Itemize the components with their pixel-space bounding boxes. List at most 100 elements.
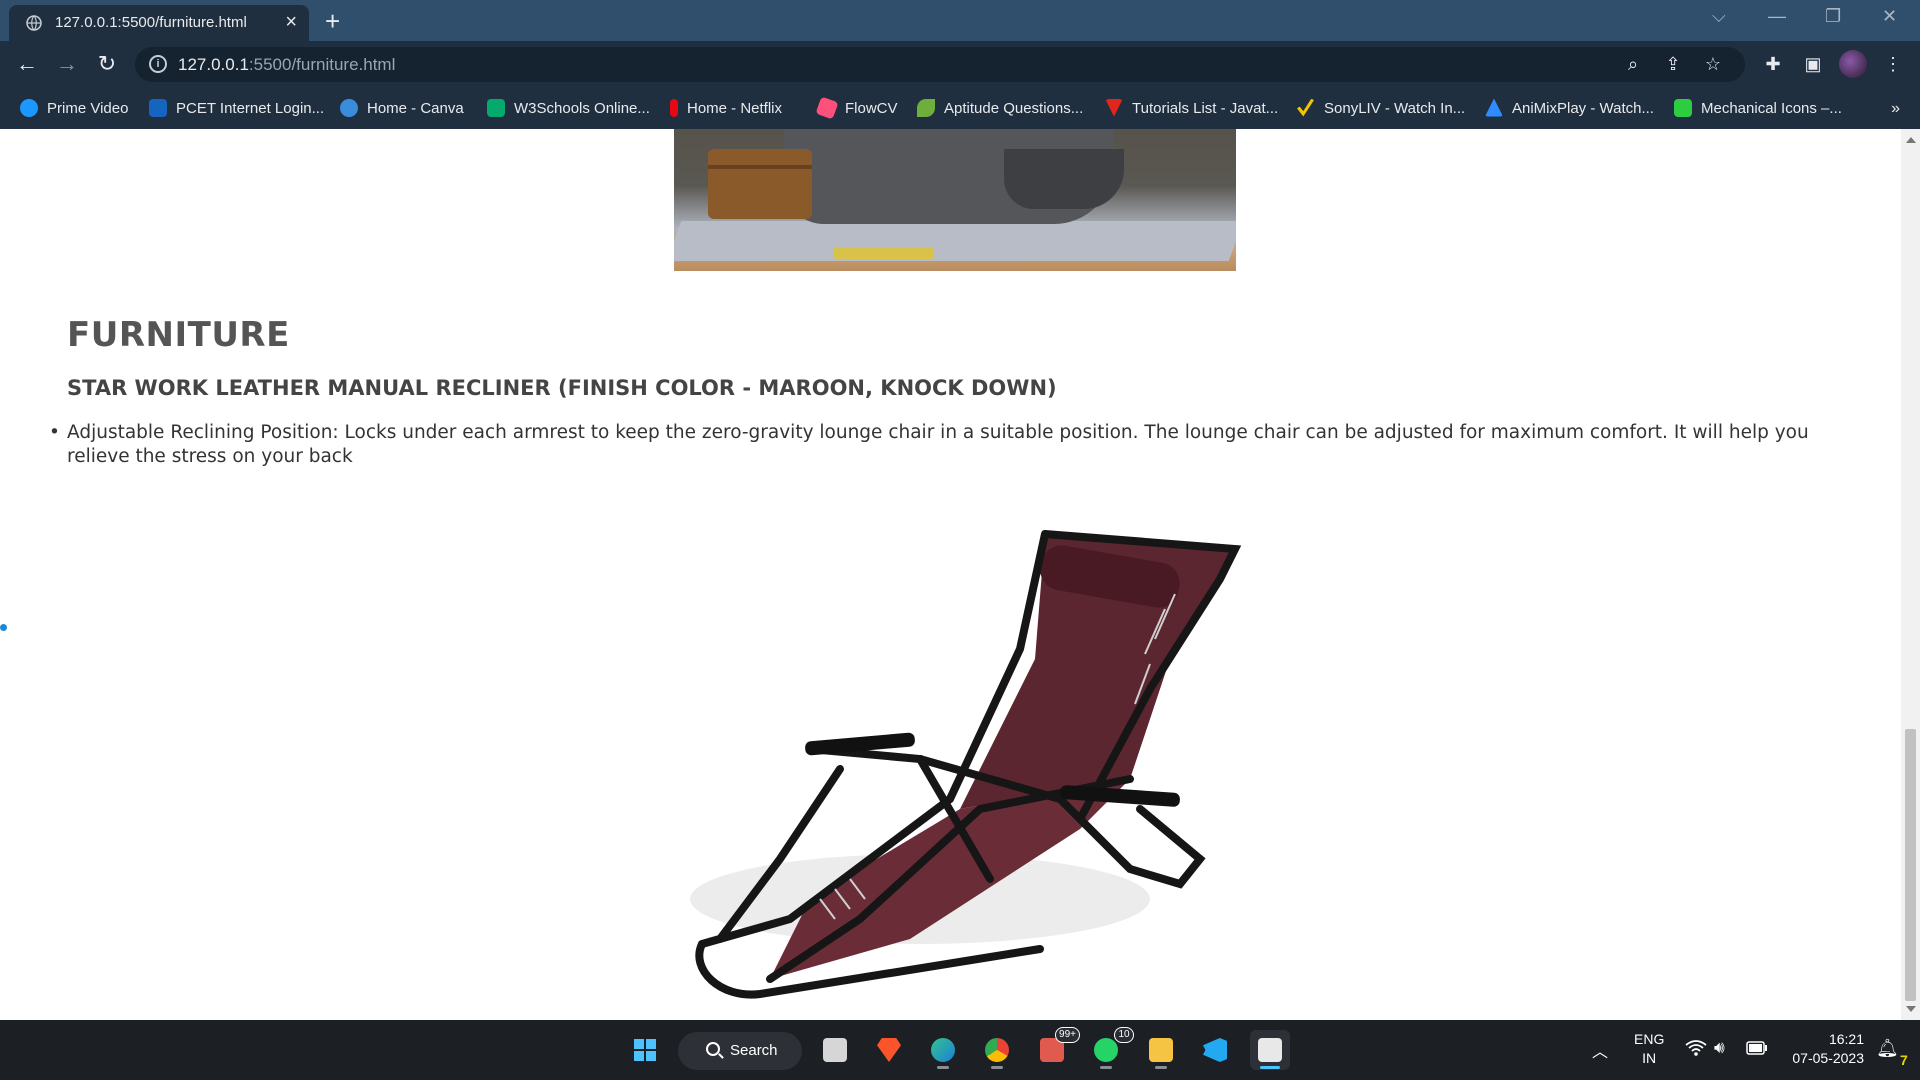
chrome-browser-button[interactable]	[977, 1030, 1017, 1070]
more-bookmarks-button[interactable]: »	[1891, 89, 1900, 129]
tab-close-icon[interactable]: ×	[285, 11, 297, 34]
page-scrollbar[interactable]	[1901, 129, 1920, 1020]
bookmark-sonyliv[interactable]: SonyLIV - Watch In...	[1297, 89, 1465, 129]
minimize-button[interactable]: —	[1768, 6, 1786, 27]
restore-button[interactable]: ❐	[1825, 6, 1841, 27]
vscode-button[interactable]	[1195, 1030, 1235, 1070]
active-indicator	[1260, 1066, 1280, 1069]
running-indicator	[937, 1066, 949, 1069]
globe-icon	[26, 15, 42, 31]
task-view-button[interactable]	[815, 1030, 855, 1070]
browser-toolbar: ← → ↻ i 127.0.0.1:5500/furniture.html ⌕ …	[0, 41, 1920, 89]
bookmark-canva[interactable]: Home - Canva	[340, 89, 464, 129]
bookmark-label: FlowCV	[845, 100, 898, 117]
zoom-icon[interactable]: ⌕	[1620, 51, 1646, 77]
aptitude-icon	[917, 98, 935, 117]
bookmark-label: Prime Video	[47, 100, 129, 117]
url-path: :5500/furniture.html	[248, 55, 396, 74]
bookmark-mechanical-icons[interactable]: Mechanical Icons –...	[1674, 89, 1842, 129]
folder-icon	[1149, 1038, 1173, 1062]
windows-taskbar: Search 99+ 10 ︿ ENG IN 🔊︎ 16:21 07-05-20…	[0, 1020, 1920, 1080]
share-icon[interactable]: ⇪	[1660, 51, 1686, 77]
scrollbar-thumb[interactable]	[1905, 729, 1916, 1001]
notification-bell-icon[interactable]: 🔔︎	[1876, 1038, 1899, 1059]
brave-icon	[877, 1038, 901, 1062]
living-room-recliner-image	[674, 129, 1236, 271]
scroll-down-arrow-icon[interactable]	[1906, 1006, 1916, 1012]
wifi-icon[interactable]	[1685, 1039, 1707, 1060]
profile-avatar[interactable]	[1839, 50, 1867, 78]
bookmark-aptitude[interactable]: Aptitude Questions...	[917, 89, 1083, 129]
system-clock[interactable]: 16:21 07-05-2023	[1792, 1030, 1864, 1068]
bookmark-label: Tutorials List - Javat...	[1132, 100, 1279, 117]
scroll-up-arrow-icon[interactable]	[1906, 137, 1916, 143]
snipping-tool-button[interactable]	[1250, 1030, 1290, 1070]
animixplay-icon	[1485, 98, 1503, 117]
mail-app-button[interactable]: 99+	[1032, 1027, 1080, 1070]
bookmark-label: PCET Internet Login...	[176, 100, 325, 117]
side-panel-icon[interactable]: ▣	[1800, 51, 1826, 77]
feature-list: • Adjustable Reclining Position: Locks u…	[49, 421, 1827, 469]
input-language[interactable]: ENG IN	[1634, 1030, 1664, 1068]
web-page-content: FURNITURE STAR WORK LEATHER MANUAL RECLI…	[0, 129, 1901, 1020]
running-indicator	[1100, 1066, 1112, 1069]
bookmark-w3schools[interactable]: W3Schools Online...	[487, 89, 650, 129]
search-label: Search	[730, 1042, 778, 1059]
active-tab[interactable]: 127.0.0.1:5500/furniture.html ×	[9, 5, 309, 41]
bullet-icon: •	[49, 422, 60, 443]
forward-button[interactable]: →	[52, 49, 82, 79]
url-host: 127.0.0.1	[178, 55, 249, 74]
running-indicator	[991, 1066, 1003, 1069]
back-button[interactable]: ←	[12, 49, 42, 79]
bookmark-animixplay[interactable]: AniMixPlay - Watch...	[1485, 89, 1654, 129]
taskbar-search[interactable]: Search	[678, 1032, 802, 1070]
search-icon	[706, 1042, 720, 1056]
start-button[interactable]	[625, 1030, 665, 1070]
sonyliv-icon	[1297, 98, 1315, 117]
battery-icon[interactable]	[1746, 1041, 1768, 1058]
whatsapp-icon	[1094, 1038, 1118, 1062]
running-indicator	[1155, 1066, 1167, 1069]
edge-browser-button[interactable]	[923, 1030, 963, 1070]
flowcv-icon	[815, 95, 839, 120]
bookmark-javatpoint[interactable]: Tutorials List - Javat...	[1105, 89, 1278, 129]
basket-shape	[708, 149, 812, 219]
vscode-icon	[1203, 1038, 1227, 1062]
bookmark-netflix[interactable]: Home - Netflix	[670, 89, 782, 129]
site-info-icon[interactable]: i	[149, 55, 167, 73]
notification-count: 7	[1900, 1052, 1908, 1068]
bookmark-label: Aptitude Questions...	[944, 100, 1084, 117]
recliner-footrest-shape	[1004, 149, 1124, 209]
bookmark-flowcv[interactable]: FlowCV	[815, 89, 898, 129]
address-url[interactable]: 127.0.0.1:5500/furniture.html	[178, 55, 395, 75]
feature-text: Adjustable Reclining Position: Locks und…	[67, 422, 1809, 467]
address-bar[interactable]: i 127.0.0.1:5500/furniture.html ⌕ ⇪ ☆	[135, 47, 1745, 82]
product-title: STAR WORK LEATHER MANUAL RECLINER (FINIS…	[67, 376, 1057, 400]
bookmark-label: W3Schools Online...	[514, 100, 650, 117]
tab-search-chevron-icon[interactable]: ⌵	[1712, 6, 1726, 27]
region-code: IN	[1642, 1050, 1657, 1066]
bookmark-label: SonyLIV - Watch In...	[1324, 100, 1466, 117]
close-window-button[interactable]: ✕	[1882, 6, 1897, 27]
file-explorer-button[interactable]	[1141, 1030, 1181, 1070]
new-tab-button[interactable]: +	[325, 6, 340, 37]
reload-button[interactable]: ↻	[92, 49, 122, 79]
zero-gravity-chair-image	[690, 530, 1242, 999]
menu-kebab-icon[interactable]: ⋮	[1880, 51, 1906, 77]
bookmark-pcet[interactable]: PCET Internet Login...	[149, 89, 324, 129]
browser-tab-strip: 127.0.0.1:5500/furniture.html × + ⌵ — ❐ …	[0, 0, 1920, 41]
canva-icon	[340, 98, 358, 117]
show-hidden-icons-button[interactable]: ︿	[1592, 1038, 1608, 1062]
bookmark-star-icon[interactable]: ☆	[1700, 51, 1726, 77]
volume-icon[interactable]: 🔊︎	[1714, 1038, 1725, 1058]
clock-date: 07-05-2023	[1792, 1050, 1864, 1066]
edge-icon	[931, 1038, 955, 1062]
rug-shape	[674, 221, 1236, 261]
whatsapp-button[interactable]: 10	[1086, 1027, 1134, 1070]
javatpoint-icon	[1105, 98, 1123, 117]
extensions-icon[interactable]: ✚	[1760, 51, 1786, 77]
books-shape	[834, 247, 934, 259]
bookmark-prime-video[interactable]: Prime Video	[20, 89, 128, 129]
brave-browser-button[interactable]	[869, 1030, 909, 1070]
page-heading: FURNITURE	[67, 315, 290, 355]
